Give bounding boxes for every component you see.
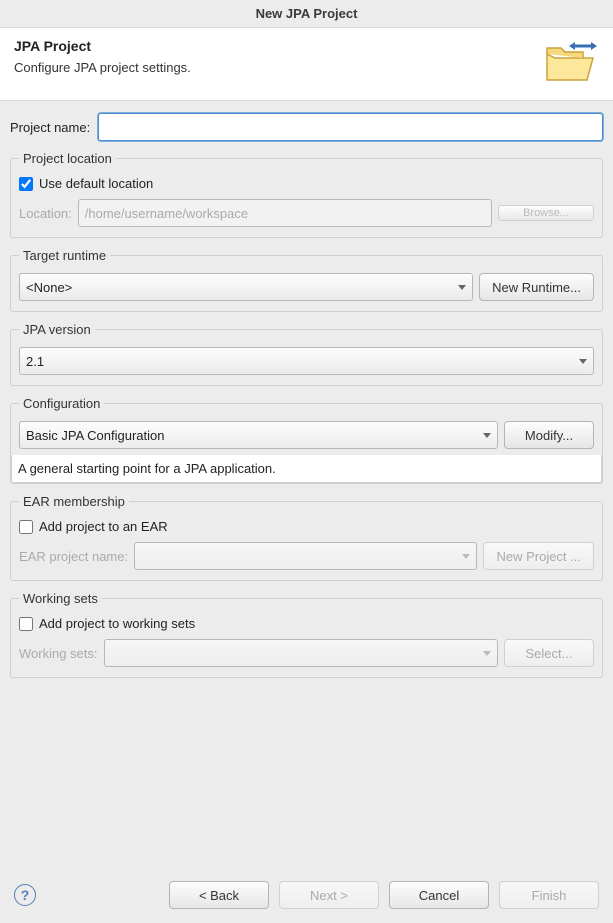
wizard-content: Project name: Project location Use defau…: [0, 101, 613, 871]
page-description: Configure JPA project settings.: [14, 60, 543, 75]
ear-project-name-select: [134, 542, 477, 570]
chevron-down-icon: [483, 433, 491, 438]
add-to-working-sets-checkbox[interactable]: [19, 617, 33, 631]
working-sets-legend: Working sets: [19, 591, 102, 606]
new-runtime-button[interactable]: New Runtime...: [479, 273, 594, 301]
working-sets-select: [104, 639, 498, 667]
project-name-input[interactable]: [98, 113, 603, 141]
help-icon[interactable]: ?: [14, 884, 36, 906]
add-to-ear-label: Add project to an EAR: [39, 519, 168, 534]
working-sets-label: Working sets:: [19, 646, 98, 661]
configuration-group: Configuration Basic JPA Configuration Mo…: [10, 396, 603, 484]
target-runtime-select[interactable]: <None>: [19, 273, 473, 301]
finish-button: Finish: [499, 881, 599, 909]
project-location-group: Project location Use default location Lo…: [10, 151, 603, 238]
jpa-version-select[interactable]: 2.1: [19, 347, 594, 375]
jpa-version-value: 2.1: [26, 354, 44, 369]
ear-project-name-label: EAR project name:: [19, 549, 128, 564]
cancel-button[interactable]: Cancel: [389, 881, 489, 909]
working-sets-group: Working sets Add project to working sets…: [10, 591, 603, 678]
wizard-footer: ? < Back Next > Cancel Finish: [0, 871, 613, 923]
window-title: New JPA Project: [0, 0, 613, 27]
ear-membership-legend: EAR membership: [19, 494, 129, 509]
back-button[interactable]: < Back: [169, 881, 269, 909]
location-input: [78, 199, 492, 227]
add-to-working-sets-label: Add project to working sets: [39, 616, 195, 631]
configuration-legend: Configuration: [19, 396, 104, 411]
add-to-ear-checkbox[interactable]: [19, 520, 33, 534]
project-name-row: Project name:: [10, 113, 603, 141]
project-location-legend: Project location: [19, 151, 116, 166]
target-runtime-legend: Target runtime: [19, 248, 110, 263]
new-project-button: New Project ...: [483, 542, 594, 570]
configuration-description: A general starting point for a JPA appli…: [11, 455, 602, 483]
location-label: Location:: [19, 206, 72, 221]
folder-icon: [543, 40, 599, 84]
wizard-header: JPA Project Configure JPA project settin…: [0, 27, 613, 101]
chevron-down-icon: [462, 554, 470, 559]
target-runtime-group: Target runtime <None> New Runtime...: [10, 248, 603, 312]
page-title: JPA Project: [14, 38, 543, 54]
jpa-version-legend: JPA version: [19, 322, 95, 337]
use-default-location-checkbox[interactable]: [19, 177, 33, 191]
jpa-version-group: JPA version 2.1: [10, 322, 603, 386]
chevron-down-icon: [579, 359, 587, 364]
use-default-location-label: Use default location: [39, 176, 153, 191]
configuration-value: Basic JPA Configuration: [26, 428, 165, 443]
configuration-select[interactable]: Basic JPA Configuration: [19, 421, 498, 449]
project-name-label: Project name:: [10, 120, 90, 135]
ear-membership-group: EAR membership Add project to an EAR EAR…: [10, 494, 603, 581]
target-runtime-value: <None>: [26, 280, 72, 295]
chevron-down-icon: [458, 285, 466, 290]
browse-button: Browse...: [498, 205, 594, 221]
chevron-down-icon: [483, 651, 491, 656]
modify-button[interactable]: Modify...: [504, 421, 594, 449]
select-working-sets-button: Select...: [504, 639, 594, 667]
next-button: Next >: [279, 881, 379, 909]
